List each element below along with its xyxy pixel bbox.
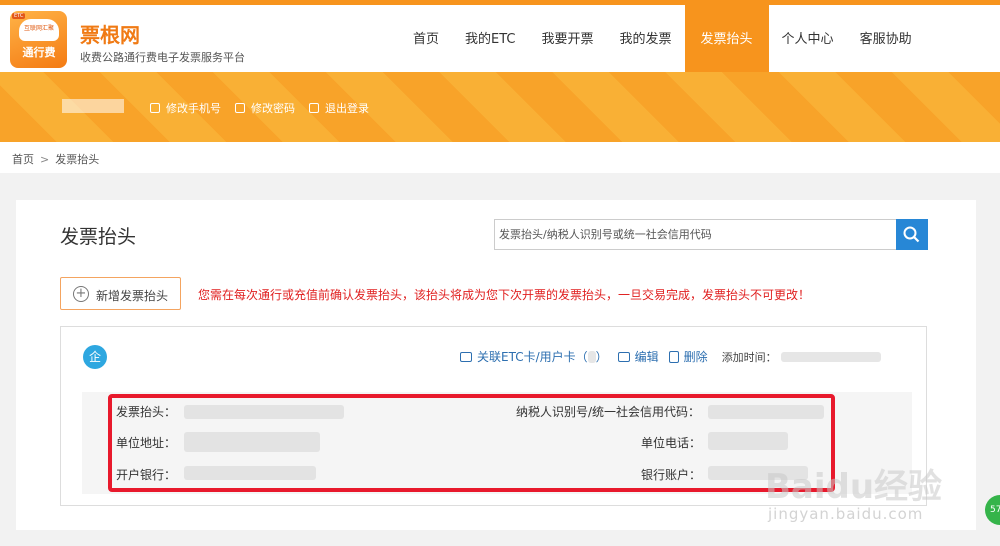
search-icon — [903, 226, 920, 243]
lock-icon — [235, 103, 245, 113]
logout-label: 退出登录 — [325, 102, 369, 115]
baidu-watermark: Baidu经验 — [765, 467, 943, 507]
search-button[interactable] — [896, 219, 928, 250]
item-actions: 关联ETC卡/用户卡（ ） 编辑 删除 添加时间： — [460, 348, 881, 365]
nav-customer-service[interactable]: 客服协助 — [847, 5, 925, 72]
edit-link[interactable]: 编辑 — [617, 348, 659, 365]
nav-home[interactable]: 首页 — [400, 5, 452, 72]
add-button-label: 新增发票抬头 — [96, 289, 169, 303]
nav-my-invoices[interactable]: 我的发票 — [607, 5, 685, 72]
brand-subtitle: 收费公路通行费电子发票服务平台 — [80, 51, 245, 64]
added-time-label: 添加时间： — [721, 350, 777, 364]
breadcrumb-separator: > — [40, 153, 50, 166]
edit-icon — [617, 351, 630, 362]
site-logo[interactable]: ETC 互联网汇聚 通行费 — [10, 11, 67, 68]
brand-name: 票根网 — [80, 23, 140, 47]
account-links: 修改手机号 修改密码 退出登录 — [150, 100, 369, 116]
page-title: 发票抬头 — [60, 226, 137, 248]
search-bar — [494, 219, 928, 250]
delete-label: 删除 — [683, 350, 708, 364]
nav-personal-center[interactable]: 个人中心 — [769, 5, 847, 72]
logout-icon — [309, 103, 319, 113]
card-count-redacted — [587, 350, 596, 363]
user-banner: 修改手机号 修改密码 退出登录 — [0, 72, 1000, 142]
add-invoice-title-button[interactable]: + 新增发票抬头 — [60, 277, 181, 310]
nav-invoice-title[interactable]: 发票抬头 — [684, 5, 769, 72]
added-time-redacted — [780, 351, 881, 362]
logo-text: 通行费 — [22, 46, 56, 59]
warning-message: 您需在每次通行或充值前确认发票抬头，该抬头将成为您下次开票的发票抬头，一旦交易完… — [198, 288, 811, 302]
highlight-box — [108, 394, 835, 492]
change-password-label: 修改密码 — [251, 102, 295, 115]
logo-tag: ETC — [12, 13, 26, 19]
user-icon — [150, 103, 160, 113]
edit-label: 编辑 — [634, 350, 659, 364]
nav-my-etc[interactable]: 我的ETC — [452, 5, 528, 72]
watermark-url: jingyan.baidu.com — [768, 505, 924, 523]
main-nav: 首页 我的ETC 我要开票 我的发票 发票抬头 个人中心 客服协助 — [400, 5, 925, 72]
change-phone-label: 修改手机号 — [166, 102, 221, 115]
username-redacted — [62, 99, 124, 113]
card-icon — [460, 351, 472, 362]
trash-icon — [668, 350, 679, 363]
change-phone-link[interactable]: 修改手机号 — [150, 100, 221, 116]
plus-icon: + — [73, 286, 89, 302]
nav-issue-invoice[interactable]: 我要开票 — [529, 5, 607, 72]
search-input[interactable] — [495, 220, 893, 249]
enterprise-badge: 企 — [83, 345, 107, 369]
breadcrumb-current: 发票抬头 — [55, 153, 100, 166]
change-password-link[interactable]: 修改密码 — [235, 100, 295, 116]
link-card-close: ） — [595, 350, 608, 364]
logout-link[interactable]: 退出登录 — [309, 100, 369, 116]
delete-link[interactable]: 删除 — [668, 348, 708, 365]
breadcrumb-home[interactable]: 首页 — [12, 153, 34, 166]
breadcrumb: 首页 > 发票抬头 — [12, 151, 99, 167]
logo-cloud-text: 互联网汇聚 — [24, 25, 55, 32]
link-etc-card-link[interactable]: 关联ETC卡/用户卡（ ） — [460, 348, 608, 365]
link-card-label: 关联ETC卡/用户卡（ — [477, 350, 588, 364]
